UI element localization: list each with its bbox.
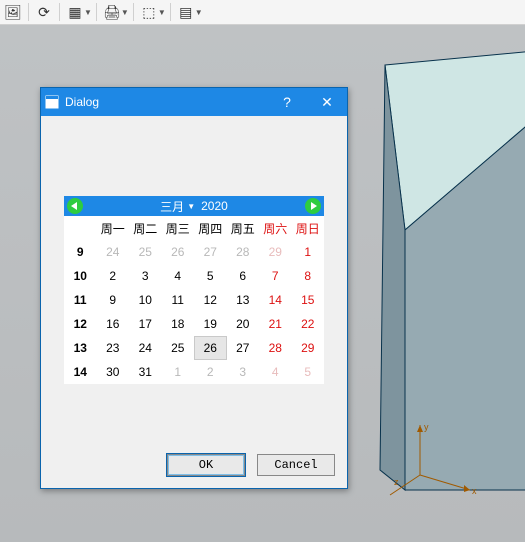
dropdown-icon[interactable]: ▼	[121, 8, 129, 17]
calendar-day[interactable]: 3	[129, 264, 162, 288]
dow-header: 周二	[129, 216, 162, 240]
week-number: 10	[64, 264, 97, 288]
open-image-icon[interactable]: 🖼	[2, 1, 24, 23]
calendar-day[interactable]: 4	[162, 264, 195, 288]
calendar-day[interactable]: 28	[227, 240, 260, 264]
toolbar-separator	[133, 3, 134, 21]
week-number: 12	[64, 312, 97, 336]
chevron-down-icon[interactable]: ▼	[186, 202, 199, 211]
calendar-grid: 周一周二周三周四周五周六周日 9242526272829110234567811…	[64, 216, 324, 384]
calendar-day[interactable]: 18	[162, 312, 195, 336]
calendar-day[interactable]: 30	[97, 360, 130, 384]
calendar-day[interactable]: 8	[292, 264, 325, 288]
week-number: 9	[64, 240, 97, 264]
print-icon[interactable]: 🖨	[101, 1, 123, 23]
dropdown-icon[interactable]: ▼	[158, 8, 166, 17]
axis-gizmo: x y z	[400, 420, 480, 500]
year-selector[interactable]: 2020	[199, 199, 230, 213]
calendar-day[interactable]: 26	[162, 240, 195, 264]
calendar-day[interactable]: 11	[162, 288, 195, 312]
calendar-day[interactable]: 4	[259, 360, 292, 384]
month-selector[interactable]: 三月	[158, 198, 186, 215]
calendar-day[interactable]: 2	[194, 360, 227, 384]
week-number: 14	[64, 360, 97, 384]
calendar-day[interactable]: 26	[194, 336, 227, 360]
dialog-button-row: OK Cancel	[167, 454, 335, 476]
calendar-day[interactable]: 9	[97, 288, 130, 312]
calendar-day[interactable]: 6	[227, 264, 260, 288]
calendar-day[interactable]: 19	[194, 312, 227, 336]
calendar-day[interactable]: 1	[162, 360, 195, 384]
grid-icon[interactable]: ▦	[64, 1, 86, 23]
dow-header: 周四	[194, 216, 227, 240]
calendar-day[interactable]: 27	[194, 240, 227, 264]
dow-header: 周三	[162, 216, 195, 240]
next-month-button[interactable]	[305, 198, 321, 214]
prev-month-button[interactable]	[67, 198, 83, 214]
help-button[interactable]: ?	[267, 88, 307, 116]
calendar-day[interactable]: 14	[259, 288, 292, 312]
cancel-button[interactable]: Cancel	[257, 454, 335, 476]
ok-button[interactable]: OK	[167, 454, 245, 476]
calendar-day[interactable]: 12	[194, 288, 227, 312]
dow-header: 周五	[227, 216, 260, 240]
axis-x-label: x	[472, 486, 477, 496]
calendar-day[interactable]: 28	[259, 336, 292, 360]
toolbar-separator	[59, 3, 60, 21]
calendar-day[interactable]: 1	[292, 240, 325, 264]
week-number-header	[64, 216, 97, 240]
calendar-day[interactable]: 15	[292, 288, 325, 312]
toolbar-separator	[28, 3, 29, 21]
calendar-day[interactable]: 29	[292, 336, 325, 360]
calendar-day[interactable]: 25	[162, 336, 195, 360]
cube-icon[interactable]: ⬚	[138, 1, 160, 23]
calendar-day[interactable]: 5	[194, 264, 227, 288]
calendar-day[interactable]: 27	[227, 336, 260, 360]
dialog-icon	[41, 95, 63, 109]
dow-header: 周六	[259, 216, 292, 240]
calendar-day[interactable]: 13	[227, 288, 260, 312]
dialog-window: Dialog ? ✕ 三月 ▼ 2020 周一周二周三周四周五周六周日 9242…	[40, 87, 348, 489]
toolbar-separator	[96, 3, 97, 21]
calendar-day[interactable]: 25	[129, 240, 162, 264]
axis-y-label: y	[424, 422, 429, 432]
calendar-day[interactable]: 31	[129, 360, 162, 384]
calendar-day[interactable]: 24	[129, 336, 162, 360]
dropdown-icon[interactable]: ▼	[195, 8, 203, 17]
calendar-day[interactable]: 7	[259, 264, 292, 288]
dow-header: 周日	[292, 216, 325, 240]
calendar-header: 三月 ▼ 2020	[64, 196, 324, 216]
calendar-day[interactable]: 10	[129, 288, 162, 312]
calendar-day[interactable]: 24	[97, 240, 130, 264]
calendar-day[interactable]: 2	[97, 264, 130, 288]
dropdown-icon[interactable]: ▼	[84, 8, 92, 17]
toolbar-separator	[170, 3, 171, 21]
close-button[interactable]: ✕	[307, 88, 347, 116]
layers-icon[interactable]: ▤	[175, 1, 197, 23]
week-number: 13	[64, 336, 97, 360]
calendar-widget: 三月 ▼ 2020 周一周二周三周四周五周六周日 924252627282911…	[64, 196, 324, 384]
dialog-titlebar[interactable]: Dialog ? ✕	[41, 88, 347, 116]
dialog-body: 三月 ▼ 2020 周一周二周三周四周五周六周日 924252627282911…	[41, 116, 347, 488]
calendar-day[interactable]: 22	[292, 312, 325, 336]
calendar-day[interactable]: 17	[129, 312, 162, 336]
calendar-day[interactable]: 29	[259, 240, 292, 264]
calendar-day[interactable]: 20	[227, 312, 260, 336]
main-toolbar: 🖼 ⟳ ▦ ▼ 🖨 ▼ ⬚ ▼ ▤ ▼	[0, 0, 525, 25]
calendar-day[interactable]: 5	[292, 360, 325, 384]
dialog-title: Dialog	[63, 95, 99, 109]
week-number: 11	[64, 288, 97, 312]
calendar-day[interactable]: 16	[97, 312, 130, 336]
calendar-day[interactable]: 23	[97, 336, 130, 360]
calendar-day[interactable]: 21	[259, 312, 292, 336]
axis-z-label: z	[394, 477, 399, 487]
calendar-day[interactable]: 3	[227, 360, 260, 384]
refresh-icon[interactable]: ⟳	[33, 1, 55, 23]
dow-header: 周一	[97, 216, 130, 240]
